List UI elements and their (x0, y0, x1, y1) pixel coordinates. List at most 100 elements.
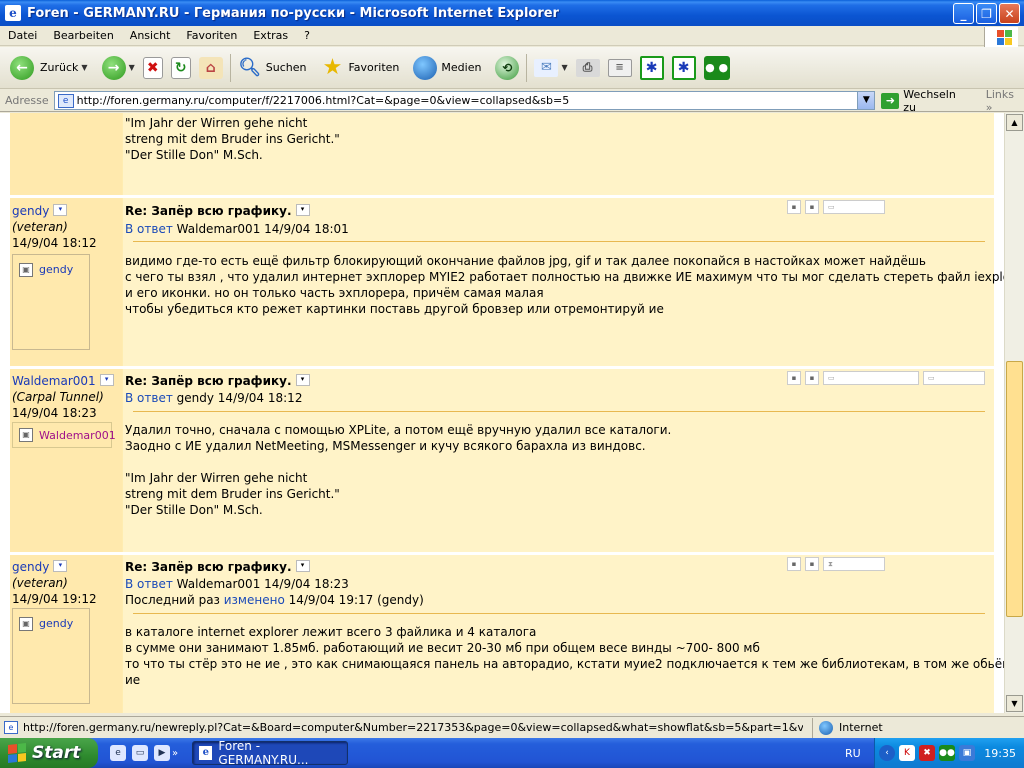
title-bar[interactable]: e Foren - GERMANY.RU - Германия по-русск… (0, 0, 1024, 26)
antivirus-tray-icon[interactable]: K (899, 745, 915, 761)
author-menu-icon[interactable]: ▾ (53, 204, 68, 216)
post-body: "Im Jahr der Wirren gehe nicht streng mi… (123, 113, 994, 195)
author-menu-icon[interactable]: ▾ (99, 374, 114, 386)
desktop-quicklaunch-icon[interactable]: ▭ (132, 745, 148, 761)
tool-icon[interactable]: ▪ (805, 200, 819, 214)
back-button[interactable]: ← Zurück ▼ (6, 50, 92, 86)
address-field[interactable]: e ▼ (53, 91, 876, 110)
home-button[interactable]: ⌂ (195, 50, 227, 86)
links-button[interactable]: Links » (986, 88, 1024, 114)
scroll-down-arrow-icon[interactable]: ▼ (1006, 695, 1023, 712)
post-author[interactable]: gendy ▾ (12, 560, 68, 574)
menu-ansicht[interactable]: Ansicht (122, 29, 179, 42)
tool-button[interactable]: ▭ (823, 371, 919, 385)
reply-link[interactable]: В ответ (125, 577, 173, 591)
reply-link[interactable]: В ответ (125, 222, 173, 236)
search-button[interactable]: 🔍︎ Suchen (234, 50, 311, 86)
profile-link[interactable]: Waldemar001 (39, 429, 116, 442)
tool-button[interactable]: ⧗ (823, 557, 885, 571)
quicklaunch-chevron-icon[interactable]: » (172, 748, 178, 759)
profile-link[interactable]: gendy (39, 617, 73, 630)
go-button[interactable]: ➜ Wechseln zu (881, 88, 971, 114)
ie-quicklaunch-icon[interactable]: e (110, 745, 126, 761)
post-line: в сумме они занимают 1.85мб. работающий … (125, 641, 760, 655)
media-button[interactable]: Medien (409, 50, 485, 86)
address-dropdown-icon[interactable]: ▼ (857, 92, 875, 109)
post-line: то что ты стёр это не ие , это как снима… (125, 657, 1004, 671)
author-menu-icon[interactable]: ▾ (53, 560, 68, 572)
subject-menu-icon[interactable]: ▾ (295, 204, 310, 216)
author-name[interactable]: Waldemar001 (12, 374, 96, 388)
tool-button[interactable]: ▭ (823, 200, 885, 214)
favorites-label: Favoriten (348, 61, 400, 74)
tool-icon[interactable]: ▪ (805, 371, 819, 385)
tool-icon[interactable]: ▪ (787, 200, 801, 214)
taskbar-item-ie[interactable]: e Foren - GERMANY.RU... (192, 739, 349, 767)
forward-button[interactable]: → ▼ (98, 50, 139, 86)
author-name[interactable]: gendy (12, 204, 49, 218)
go-label: Wechseln zu (903, 87, 956, 114)
zone-label: Internet (839, 721, 883, 734)
tool-icon[interactable]: ▪ (805, 557, 819, 571)
media-quicklaunch-icon[interactable]: ▶ (154, 745, 170, 761)
messenger-tray-icon[interactable]: ●● (939, 745, 955, 761)
network-tray-icon[interactable]: ▣ (959, 745, 975, 761)
print-button[interactable]: ⎙ (572, 50, 604, 86)
language-indicator[interactable]: RU (845, 747, 861, 760)
minimize-button[interactable]: _ (953, 3, 974, 24)
tray-arrow-icon[interactable]: ‹ (879, 745, 895, 761)
subject-menu-icon[interactable]: ▾ (295, 374, 310, 386)
menu-help[interactable]: ? (296, 29, 318, 42)
post-author[interactable]: Waldemar001 ▾ (12, 374, 114, 388)
scroll-up-arrow-icon[interactable]: ▲ (1006, 114, 1023, 131)
menu-bearbeiten[interactable]: Bearbeiten (45, 29, 121, 42)
restore-button[interactable]: ❐ (976, 3, 997, 24)
post-line: Удалил точно, сначала с помощью XPLite, … (125, 423, 672, 437)
forum-post: Waldemar001 ▾ (Carpal Tunnel) 14/9/04 18:… (10, 369, 994, 552)
edited-line: Последний раз изменено 14/9/04 19:17 (ge… (125, 593, 424, 607)
subject-menu-icon[interactable]: ▾ (295, 560, 310, 572)
forward-dropdown-icon[interactable]: ▼ (129, 63, 135, 72)
media-globe-icon (413, 55, 438, 80)
broken-image-icon: ▣ (19, 617, 33, 631)
internet-globe-icon (819, 720, 833, 735)
post-sidebar: gendy ▾ (veteran) 14/9/04 18:12 ▣ gendy (10, 198, 122, 366)
menu-favoriten[interactable]: Favoriten (178, 29, 245, 42)
author-name[interactable]: gendy (12, 560, 49, 574)
back-dropdown-icon[interactable]: ▼ (81, 63, 87, 72)
favorites-button[interactable]: ★ Favoriten (316, 50, 403, 86)
tool-button[interactable]: ▭ (923, 371, 985, 385)
author-rank: (veteran) (12, 576, 68, 590)
mail-dropdown-icon[interactable]: ▼ (561, 63, 567, 72)
menu-extras[interactable]: Extras (245, 29, 296, 42)
edited-link[interactable]: изменено (224, 593, 285, 607)
post-sidebar: Waldemar001 ▾ (Carpal Tunnel) 14/9/04 18:… (10, 369, 122, 552)
security-tray-icon[interactable]: ✖ (919, 745, 935, 761)
research-button-2[interactable]: ✱ (668, 50, 700, 86)
stop-button[interactable]: ✖ (139, 50, 167, 86)
start-button[interactable]: Start (0, 738, 98, 768)
tool-icon[interactable]: ▪ (787, 557, 801, 571)
vertical-scrollbar[interactable]: ▲ ▼ (1004, 113, 1024, 713)
status-url: http://foren.germany.ru/newreply.pl?Cat=… (23, 721, 803, 734)
messenger-button[interactable]: ● ● (700, 50, 734, 86)
profile-link[interactable]: gendy (39, 263, 73, 276)
menu-datei[interactable]: Datei (0, 29, 45, 42)
research-button-1[interactable]: ✱ (636, 50, 668, 86)
history-button[interactable]: ⟲ (491, 50, 523, 86)
profile-box: ▣ gendy (12, 254, 90, 350)
post-line: и его иконки. но он только часть эхплоре… (125, 286, 544, 300)
address-input[interactable] (76, 94, 857, 107)
post-subject: Re: Запёр всю графику. ▾ (125, 374, 310, 388)
refresh-button[interactable]: ↻ (167, 50, 195, 86)
edited-info: 14/9/04 19:17 (gendy) (288, 593, 424, 607)
post-divider (10, 552, 994, 554)
mail-button[interactable]: ✉ ▼ (530, 50, 571, 86)
close-button[interactable]: ✕ (999, 3, 1020, 24)
post-author[interactable]: gendy ▾ (12, 204, 68, 218)
asterisk-tool-icon: ✱ (671, 55, 696, 80)
reply-link[interactable]: В ответ (125, 391, 173, 405)
tool-icon[interactable]: ▪ (787, 371, 801, 385)
scroll-thumb[interactable] (1006, 361, 1023, 617)
edit-button[interactable]: ≡ (604, 50, 636, 86)
